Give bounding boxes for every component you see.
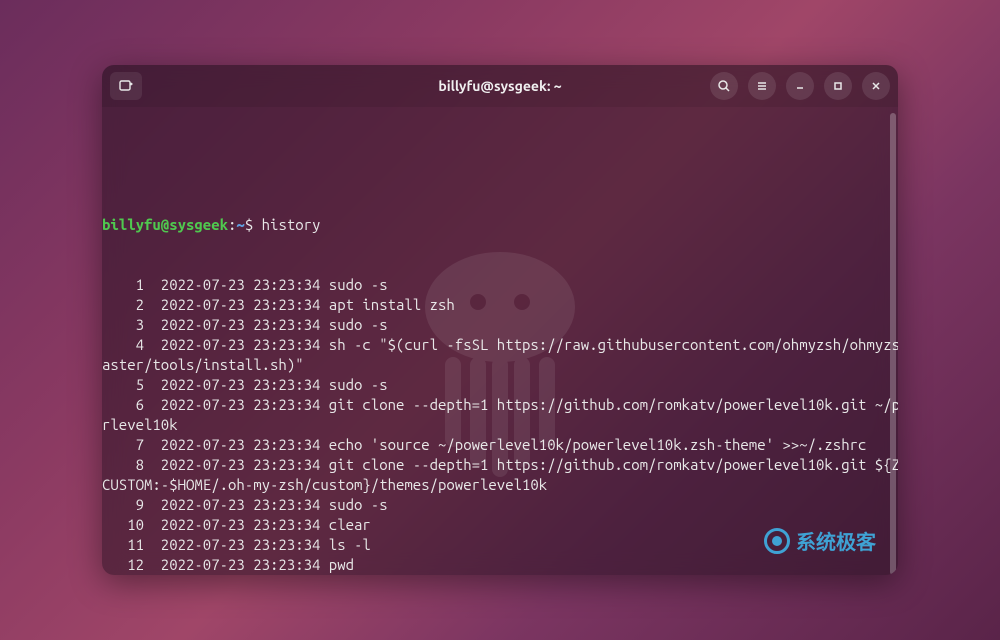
history-line: 1 2022-07-23 23:23:34 sudo -s (102, 275, 890, 295)
new-tab-button[interactable] (110, 72, 142, 100)
prompt-path: ~ (236, 216, 244, 233)
history-line: 9 2022-07-23 23:23:34 sudo -s (102, 495, 890, 515)
terminal-output[interactable]: billyfu@sysgeek:~$ history 1 2022-07-23 … (102, 107, 898, 575)
history-line: 6 2022-07-23 23:23:34 git clone --depth=… (102, 395, 890, 415)
history-line: CUSTOM:-$HOME/.oh-my-zsh/custom}/themes/… (102, 475, 890, 495)
prompt-sep2: $ (245, 216, 262, 233)
scrollbar[interactable] (890, 113, 896, 575)
title-bar: billyfu@sysgeek: ~ (102, 65, 898, 107)
search-icon (717, 79, 731, 93)
title-bar-left (110, 72, 142, 100)
prompt-user-host: billyfu@sysgeek (102, 216, 228, 233)
title-bar-controls (710, 72, 890, 100)
watermark-icon (764, 528, 790, 554)
history-line: rlevel10k (102, 415, 890, 435)
history-line: 3 2022-07-23 23:23:34 sudo -s (102, 315, 890, 335)
watermark-text: 系统极客 (796, 526, 876, 555)
new-tab-icon (118, 78, 134, 94)
history-line: 4 2022-07-23 23:23:34 sh -c "$(curl -fsS… (102, 335, 890, 355)
history-line: 12 2022-07-23 23:23:34 pwd (102, 555, 890, 575)
terminal-window: billyfu@sysgeek: ~ (102, 65, 898, 575)
history-line: 2 2022-07-23 23:23:34 apt install zsh (102, 295, 890, 315)
minimize-icon (794, 80, 806, 92)
search-button[interactable] (710, 72, 738, 100)
window-title: billyfu@sysgeek: ~ (438, 78, 561, 94)
history-line: 5 2022-07-23 23:23:34 sudo -s (102, 375, 890, 395)
history-line: aster/tools/install.sh)" (102, 355, 890, 375)
prompt-command: history (262, 216, 321, 233)
close-icon (870, 80, 882, 92)
history-line: 8 2022-07-23 23:23:34 git clone --depth=… (102, 455, 890, 475)
close-button[interactable] (862, 72, 890, 100)
maximize-button[interactable] (824, 72, 852, 100)
maximize-icon (832, 80, 844, 92)
watermark: 系统极客 (764, 526, 876, 555)
hamburger-icon (755, 79, 769, 93)
menu-button[interactable] (748, 72, 776, 100)
prompt-line: billyfu@sysgeek:~$ history (102, 215, 890, 235)
minimize-button[interactable] (786, 72, 814, 100)
history-line: 7 2022-07-23 23:23:34 echo 'source ~/pow… (102, 435, 890, 455)
